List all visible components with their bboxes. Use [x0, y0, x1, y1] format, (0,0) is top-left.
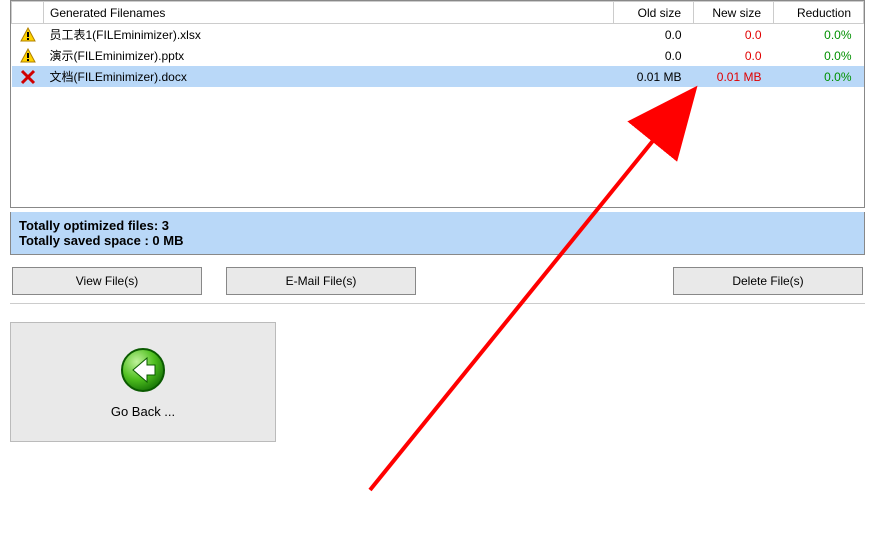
cell-filename: 演示(FILEminimizer).pptx — [44, 45, 614, 66]
delete-file-button[interactable]: Delete File(s) — [673, 267, 863, 295]
error-icon — [12, 66, 44, 87]
col-reduction[interactable]: Reduction — [774, 2, 864, 24]
warning-icon — [12, 24, 44, 46]
table-empty-row — [12, 127, 864, 147]
go-back-label: Go Back ... — [111, 404, 175, 419]
col-old-size[interactable]: Old size — [614, 2, 694, 24]
cell-reduction: 0.0% — [774, 66, 864, 87]
col-icon[interactable] — [12, 2, 44, 24]
view-file-button[interactable]: View File(s) — [12, 267, 202, 295]
table-empty-row — [12, 167, 864, 187]
go-back-button[interactable]: Go Back ... — [10, 322, 276, 442]
col-new-size[interactable]: New size — [694, 2, 774, 24]
action-button-row: View File(s) E-Mail File(s) Delete File(… — [10, 267, 865, 304]
cell-reduction: 0.0% — [774, 45, 864, 66]
summary-saved-space: Totally saved space : 0 MB — [19, 233, 856, 248]
table-row[interactable]: 演示(FILEminimizer).pptx0.00.00.0% — [12, 45, 864, 66]
arrow-left-circle-icon — [119, 346, 167, 394]
cell-new-size: 0.01 MB — [694, 66, 774, 87]
email-file-button[interactable]: E-Mail File(s) — [226, 267, 416, 295]
summary-panel: Totally optimized files: 3 Totally saved… — [10, 212, 865, 255]
results-table: Generated Filenames Old size New size Re… — [10, 0, 865, 208]
cell-old-size: 0.01 MB — [614, 66, 694, 87]
table-empty-row — [12, 87, 864, 107]
warning-icon — [12, 45, 44, 66]
summary-optimized-count: Totally optimized files: 3 — [19, 218, 856, 233]
cell-old-size: 0.0 — [614, 45, 694, 66]
table-row[interactable]: 文档(FILEminimizer).docx0.01 MB0.01 MB0.0% — [12, 66, 864, 87]
table-empty-row — [12, 107, 864, 127]
cell-filename: 文档(FILEminimizer).docx — [44, 66, 614, 87]
col-filename[interactable]: Generated Filenames — [44, 2, 614, 24]
cell-old-size: 0.0 — [614, 24, 694, 46]
cell-filename: 员工表1(FILEminimizer).xlsx — [44, 24, 614, 46]
table-header-row: Generated Filenames Old size New size Re… — [12, 2, 864, 24]
cell-new-size: 0.0 — [694, 24, 774, 46]
table-empty-row — [12, 187, 864, 207]
table-row[interactable]: 员工表1(FILEminimizer).xlsx0.00.00.0% — [12, 24, 864, 46]
table-empty-row — [12, 147, 864, 167]
cell-new-size: 0.0 — [694, 45, 774, 66]
cell-reduction: 0.0% — [774, 24, 864, 46]
